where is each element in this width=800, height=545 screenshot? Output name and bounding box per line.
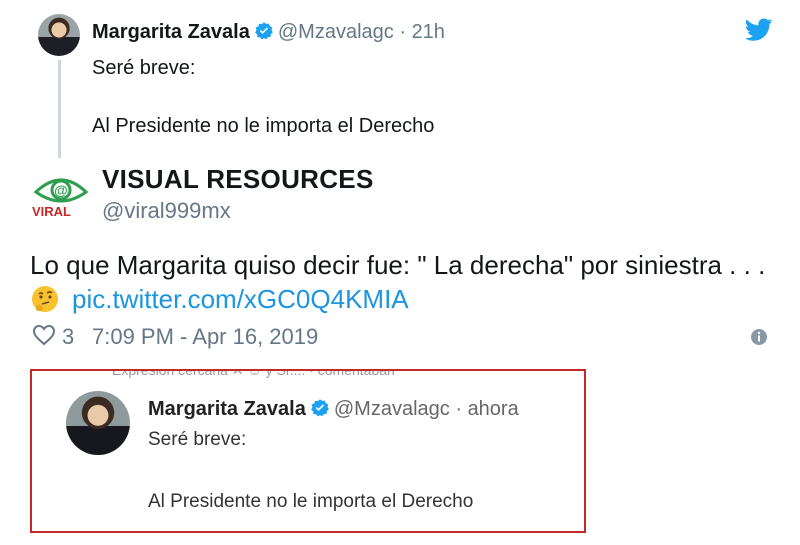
quoted-time[interactable]: 21h (412, 21, 445, 43)
twitter-bird-icon[interactable] (744, 18, 773, 42)
thinking-face-icon (30, 284, 60, 314)
screenshot-tweet-header: Margarita Zavala @Mzavalagc · ahora (148, 397, 519, 424)
quoted-text-line2: Al Presidente no le importa el Derecho (92, 115, 435, 137)
svg-text:@: @ (54, 182, 68, 198)
info-icon[interactable] (750, 328, 768, 346)
quoted-separator: · (399, 21, 406, 43)
screenshot-time: ahora (467, 398, 519, 420)
screenshot-verified-icon (310, 398, 330, 424)
screenshot-text-line1: Seré breve: (148, 429, 247, 450)
quoted-author-handle[interactable]: @Mzavalagc (278, 21, 394, 43)
embedded-screenshot[interactable]: Expresión cercana ✕ ☺ y Sr.... · comenta… (30, 369, 586, 533)
thread-line (58, 60, 61, 158)
screenshot-author-handle: @Mzavalagc (333, 398, 450, 420)
quoted-tweet-header: Margarita Zavala @Mzavalagc · 21h (92, 20, 445, 47)
tweet-text: Lo que Margarita quiso decir fue: " La d… (30, 250, 766, 280)
tweet-link[interactable]: pic.twitter.com/xGC0Q4KMIA (72, 284, 409, 314)
quoted-text-line1: Seré breve: (92, 57, 196, 79)
screenshot-avatar (66, 391, 130, 455)
viral-logo[interactable]: @ VIRAL (30, 170, 92, 220)
quoted-author-name[interactable]: Margarita Zavala (92, 21, 250, 43)
tweet-timestamp[interactable]: 7:09 PM - Apr 16, 2019 (92, 324, 318, 350)
author-name[interactable]: VISUAL RESOURCES (102, 164, 374, 195)
verified-badge-icon (254, 21, 274, 47)
svg-text:VIRAL: VIRAL (32, 204, 71, 219)
screenshot-cropped-text: Expresión cercana ✕ ☺ y Sr.... · comenta… (112, 369, 395, 378)
screenshot-separator: · (455, 398, 462, 420)
author-handle[interactable]: @viral999mx (102, 198, 231, 224)
like-count: 3 (62, 324, 75, 349)
screenshot-text-line2: Al Presidente no le importa el Derecho (148, 491, 474, 512)
screenshot-author-name: Margarita Zavala (148, 398, 306, 420)
heart-icon[interactable] (32, 324, 56, 346)
quoted-author-avatar[interactable] (38, 14, 80, 56)
